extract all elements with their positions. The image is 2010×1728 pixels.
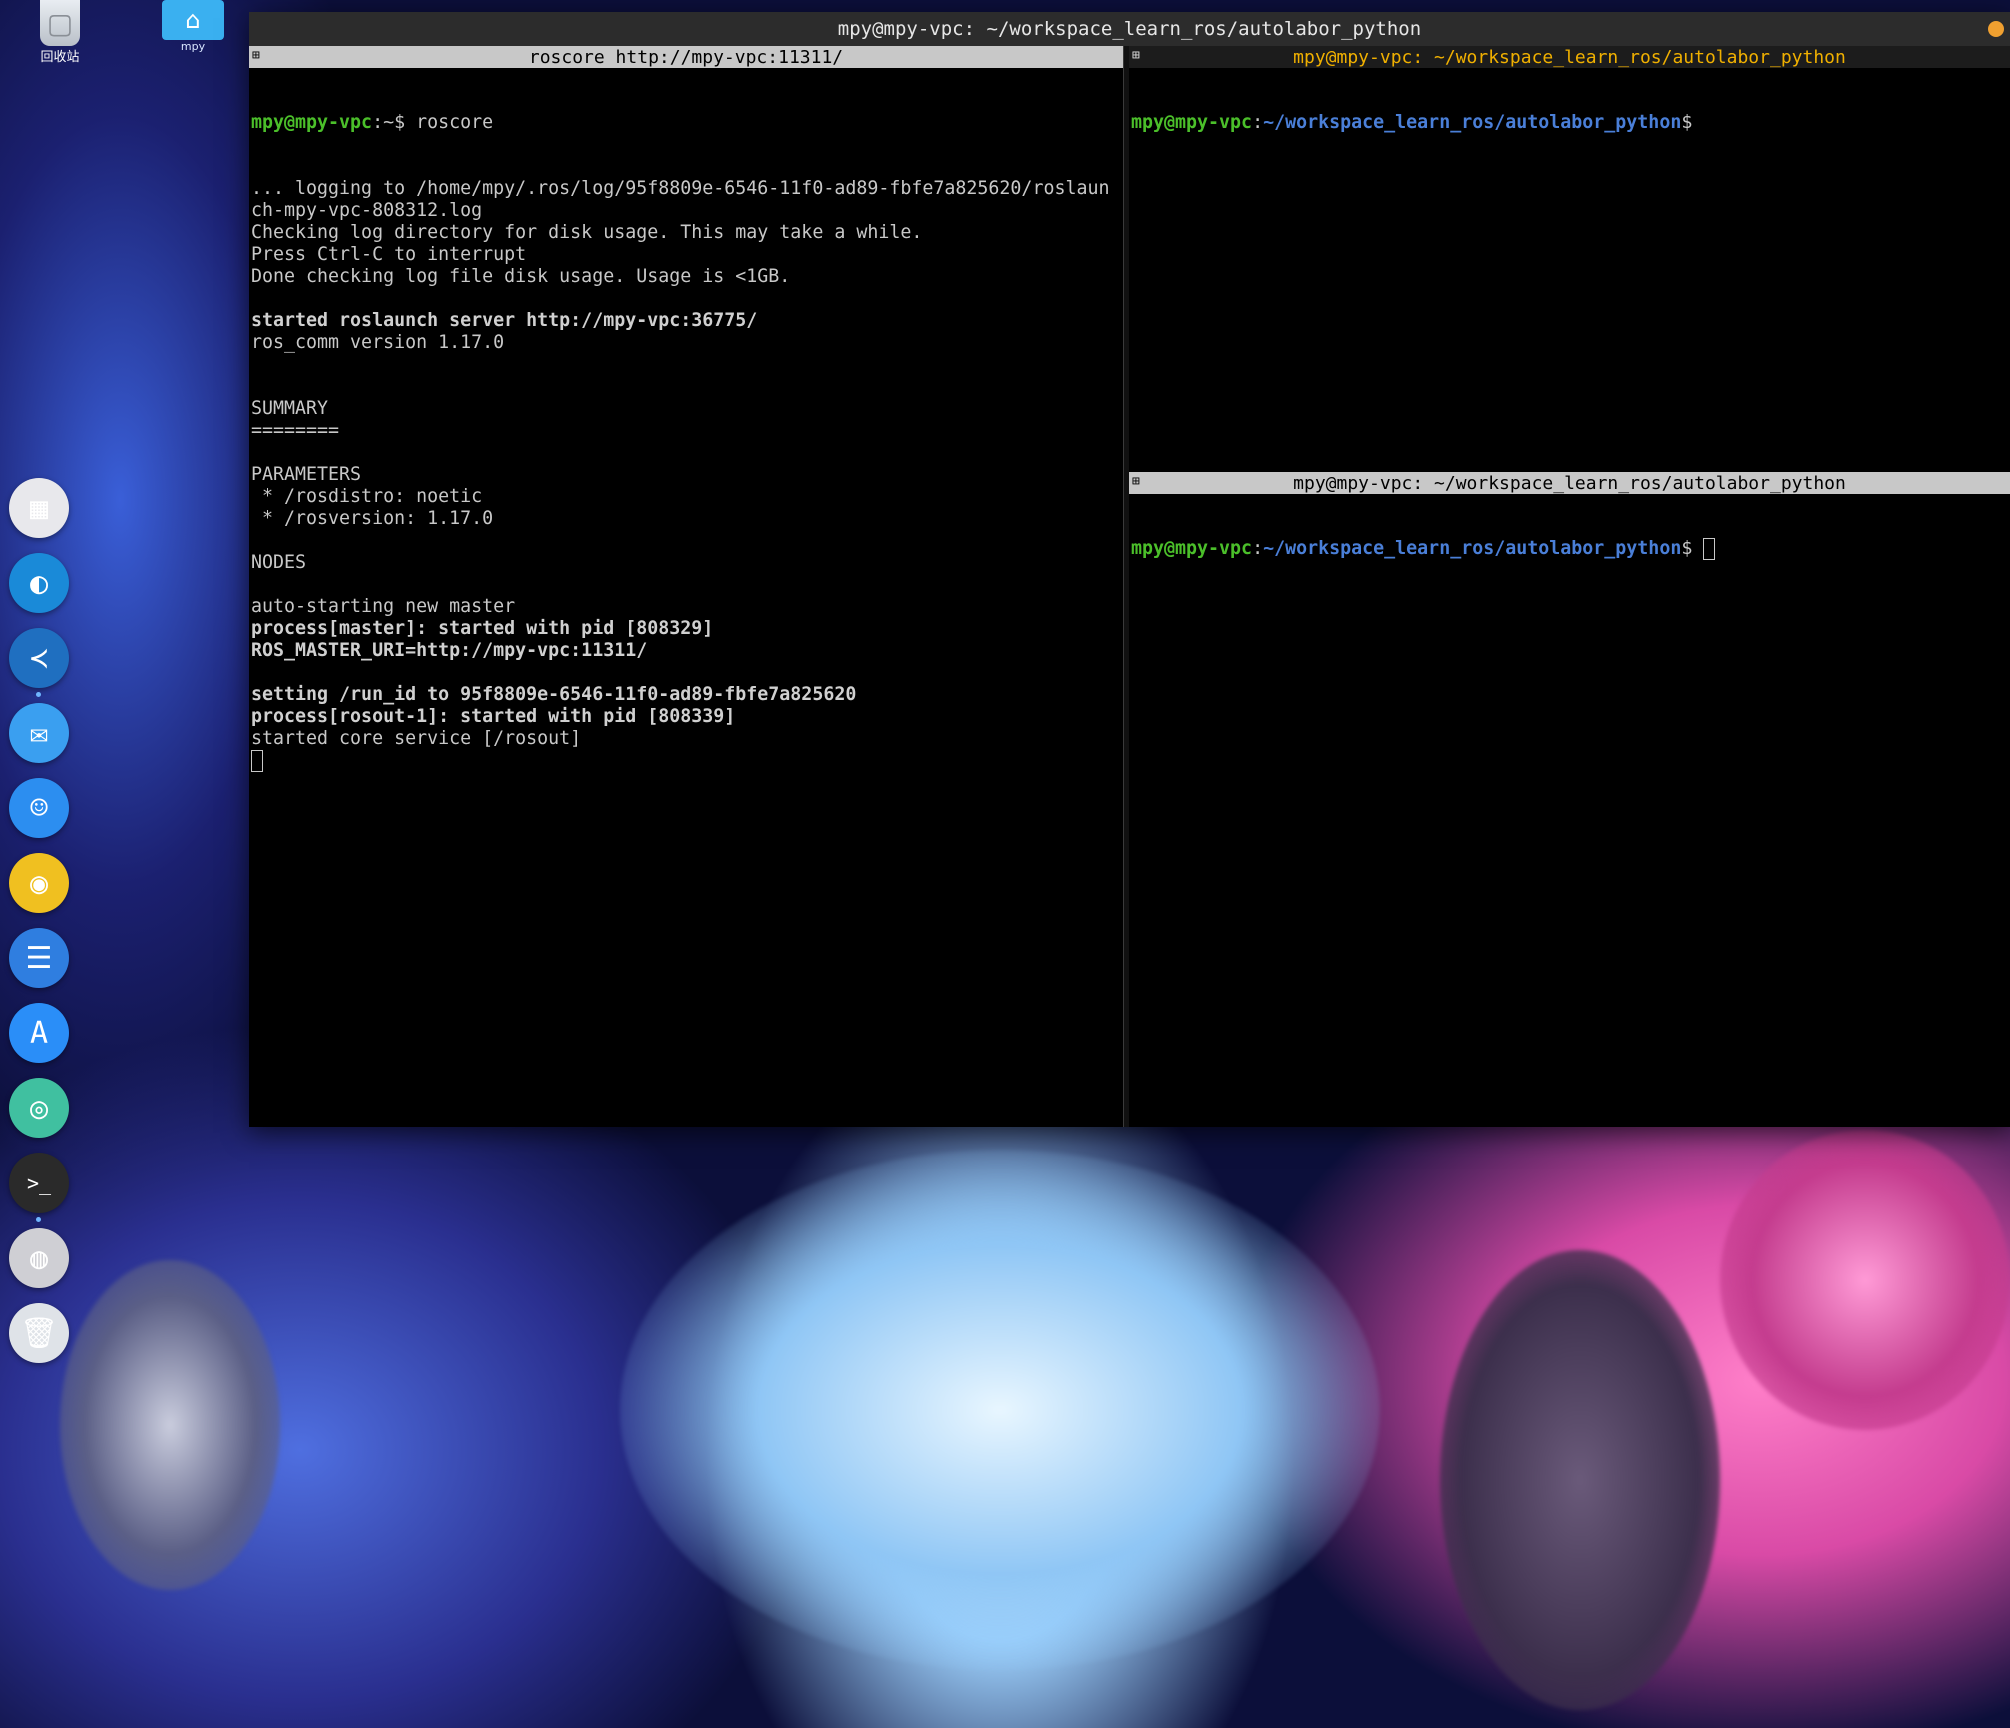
output-line: ROS_MASTER_URI=http://mpy-vpc:11311/ — [251, 640, 648, 661]
desktop-icon-home-folder[interactable]: ⌂ mpy — [162, 0, 224, 53]
running-indicator — [36, 692, 41, 697]
prompt-line: mpy@mpy-vpc:~/workspace_learn_ros/autola… — [1131, 112, 2010, 134]
split-grid-icon[interactable]: ⊞ — [1132, 49, 1145, 62]
wallpaper-sword-hilt — [1440, 1250, 1720, 1710]
running-indicator — [36, 1217, 41, 1222]
terminal-output-top-right: mpy@mpy-vpc:~/workspace_learn_ros/autola… — [1129, 68, 2010, 178]
command-text: roscore — [416, 112, 494, 133]
output-line: process[master]: started with pid [80832… — [251, 618, 714, 639]
output-line: * /rosdistro: noetic — [251, 486, 483, 507]
text-cursor — [1703, 538, 1716, 560]
output-line: process[rosout-1]: started with pid [808… — [251, 706, 736, 727]
prompt-path: :~$ — [372, 112, 417, 133]
prompt-end: $ — [1681, 112, 1693, 133]
output-line: SUMMARY — [251, 398, 329, 419]
terminator-window: mpy@mpy-vpc: ~/workspace_learn_ros/autol… — [249, 12, 2010, 1127]
terminal-pane-bottom-right[interactable]: ⊞ mpy@mpy-vpc: ~/workspace_learn_ros/aut… — [1129, 472, 2010, 1127]
dock-item-finder[interactable]: ☺ — [9, 778, 69, 838]
desktop-icon-label: mpy — [180, 40, 206, 53]
help-icon: ◎ — [29, 1090, 49, 1126]
dock-item-launcher[interactable]: ▦ — [9, 478, 69, 538]
edge-browser-icon: ◐ — [29, 565, 49, 601]
window-titlebar[interactable]: mpy@mpy-vpc: ~/workspace_learn_ros/autol… — [249, 12, 2010, 46]
mail-icon: ✉ — [29, 715, 49, 751]
output-line: ======== — [251, 420, 340, 441]
terminal-output-left: mpy@mpy-vpc:~$ roscore ... logging to /h… — [249, 68, 1123, 772]
prompt-colon: : — [1252, 538, 1264, 559]
output-line: ros_comm version 1.17.0 — [251, 332, 505, 353]
output-line: Checking log directory for disk usage. T… — [251, 222, 923, 243]
split-grid-icon[interactable]: ⊞ — [252, 49, 265, 62]
output-line: NODES — [251, 552, 307, 573]
prompt-user: mpy@mpy-vpc — [251, 112, 373, 133]
wallpaper-light-glow — [620, 1150, 1380, 1670]
writer-icon: ☰ — [25, 940, 53, 976]
pane-title: roscore http://mpy-vpc:11311/ — [528, 46, 844, 68]
output-line: ch-mpy-vpc-808312.log — [251, 200, 483, 221]
disc-icon: ◍ — [29, 1240, 49, 1276]
music-icon: ◉ — [29, 865, 49, 901]
output-line: started roslaunch server http://mpy-vpc:… — [251, 310, 758, 331]
split-grid-icon[interactable]: ⊞ — [1132, 475, 1145, 488]
dock-item-help[interactable]: ◎ — [9, 1078, 69, 1138]
window-title: mpy@mpy-vpc: ~/workspace_learn_ros/autol… — [837, 18, 1422, 40]
text-cursor — [251, 750, 263, 772]
output-line: auto-starting new master — [251, 596, 516, 617]
pane-titlebar-left[interactable]: ⊞ roscore http://mpy-vpc:11311/ — [249, 46, 1123, 68]
output-line: PARAMETERS — [251, 464, 362, 485]
vscode-icon: ≺ — [29, 640, 49, 676]
prompt-path: ~/workspace_learn_ros/autolabor_python — [1263, 112, 1682, 133]
output-line: started core service [/rosout] — [251, 728, 582, 749]
dock-item-app-store[interactable]: A — [9, 1003, 69, 1063]
dock-item-disc[interactable]: ◍ — [9, 1228, 69, 1288]
wallpaper-blade — [60, 1260, 280, 1590]
output-line: Done checking log file disk usage. Usage… — [251, 266, 791, 287]
terminal-icon: >_ — [26, 1171, 52, 1195]
output-line: ... logging to /home/mpy/.ros/log/95f880… — [251, 178, 1110, 199]
dock-item-vscode[interactable]: ≺ — [9, 628, 69, 697]
output-line: setting /run_id to 95f8809e-6546-11f0-ad… — [251, 684, 857, 705]
trash-icon: ▢ — [40, 0, 80, 46]
app-store-icon: A — [29, 1015, 49, 1051]
output-line: Press Ctrl-C to interrupt — [251, 244, 527, 265]
desktop-icon-trash[interactable]: ▢ 回收站 — [30, 0, 90, 65]
finder-icon: ☺ — [29, 790, 49, 826]
launcher-icon: ▦ — [29, 490, 49, 526]
dock-item-music[interactable]: ◉ — [9, 853, 69, 913]
pane-titlebar-top-right[interactable]: ⊞ mpy@mpy-vpc: ~/workspace_learn_ros/aut… — [1129, 46, 2010, 68]
dock-item-writer[interactable]: ☰ — [9, 928, 69, 988]
dock-item-mail[interactable]: ✉ — [9, 703, 69, 763]
prompt-path: ~/workspace_learn_ros/autolabor_python — [1263, 538, 1682, 559]
terminal-output-bottom-right: mpy@mpy-vpc:~/workspace_learn_ros/autola… — [1129, 494, 2010, 604]
dock-item-edge-browser[interactable]: ◐ — [9, 553, 69, 613]
terminal-pane-left[interactable]: ⊞ roscore http://mpy-vpc:11311/ mpy@mpy-… — [249, 46, 1123, 1127]
prompt-line: mpy@mpy-vpc:~$ roscore — [251, 112, 1123, 134]
folder-icon: ⌂ — [162, 0, 224, 40]
desktop-icon-label: 回收站 — [40, 50, 80, 65]
dock-item-trash[interactable]: 🗑 — [9, 1303, 69, 1363]
cursor-line — [251, 750, 1123, 772]
trash-icon: 🗑 — [19, 1315, 59, 1351]
window-control-icon[interactable] — [1988, 21, 2004, 37]
prompt-user: mpy@mpy-vpc — [1131, 538, 1253, 559]
dock-item-terminal[interactable]: >_ — [9, 1153, 69, 1222]
output-line: * /rosversion: 1.17.0 — [251, 508, 494, 529]
prompt-line: mpy@mpy-vpc:~/workspace_learn_ros/autola… — [1131, 538, 2010, 560]
prompt-end: $ — [1681, 538, 1704, 559]
pane-title: mpy@mpy-vpc: ~/workspace_learn_ros/autol… — [1293, 46, 1846, 68]
prompt-colon: : — [1252, 112, 1264, 133]
dock: ▦ ◐ ≺ ✉ ☺ ◉ ☰ A ◎ >_ ◍ 🗑 — [6, 478, 72, 1363]
pane-title: mpy@mpy-vpc: ~/workspace_learn_ros/autol… — [1293, 472, 1846, 494]
wallpaper-pink-spark — [1720, 1130, 2010, 1430]
prompt-user: mpy@mpy-vpc — [1131, 112, 1253, 133]
pane-titlebar-bottom-right[interactable]: ⊞ mpy@mpy-vpc: ~/workspace_learn_ros/aut… — [1129, 472, 2010, 494]
terminal-pane-top-right[interactable]: ⊞ mpy@mpy-vpc: ~/workspace_learn_ros/aut… — [1129, 46, 2010, 472]
